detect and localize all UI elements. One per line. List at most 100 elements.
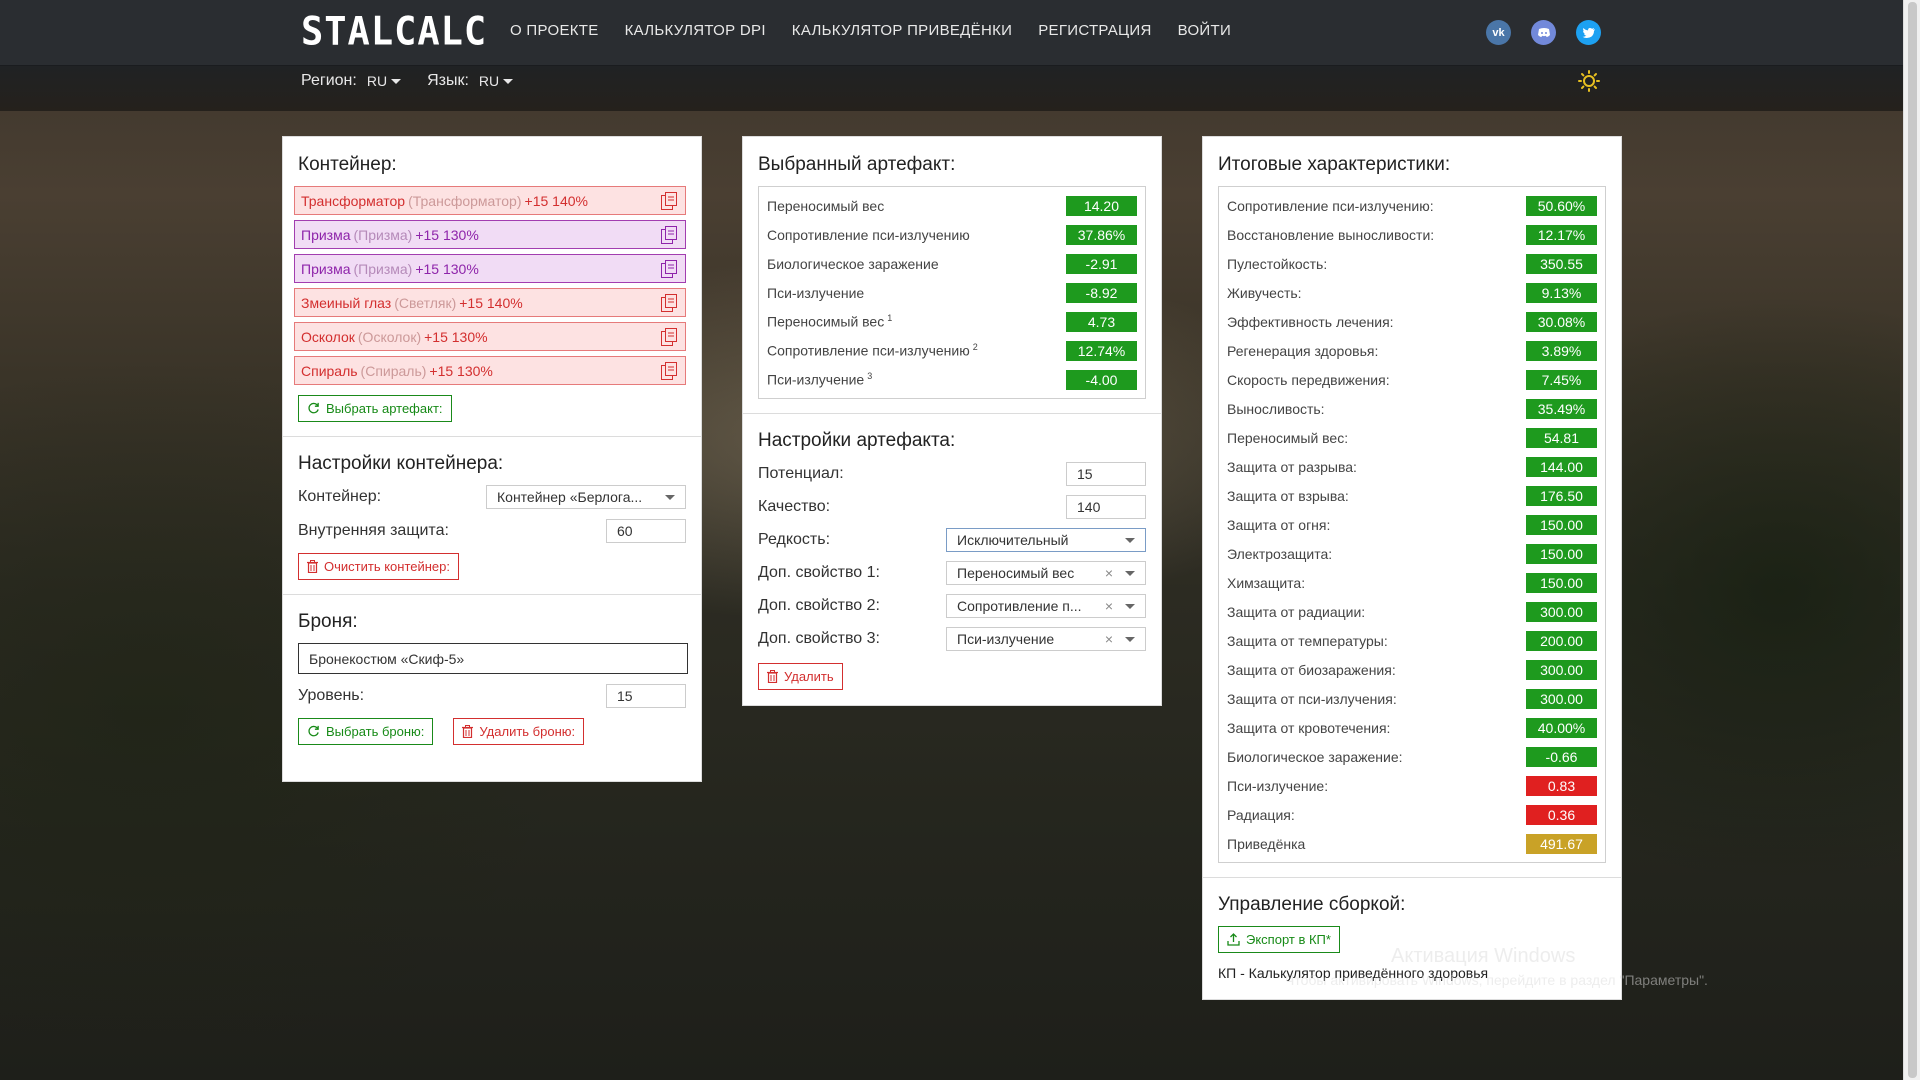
armor-name-input[interactable]: Бронекостюм «Скиф-5» [298, 643, 688, 674]
artifact-slot[interactable]: Осколок (Осколок) +15 130% [294, 322, 686, 351]
stat-value: 54.81 [1526, 427, 1597, 448]
windows-activation-text: Чтобы активировать Windows, перейдите в … [1285, 972, 1708, 988]
clear-container-button[interactable]: Очистить контейнер: [298, 553, 459, 580]
twitter-icon[interactable] [1576, 20, 1601, 45]
copy-icon[interactable] [661, 362, 677, 380]
artifact-list: Трансформатор (Трансформатор) +15 140% Приз… [294, 186, 686, 385]
stat-label: Сопротивление пси-излучению [767, 226, 970, 243]
artifact-name: Осколок [301, 328, 355, 345]
artifact-level: +15 130% [429, 362, 493, 379]
settings-bar: Регион: RU Язык: RU [0, 66, 1903, 111]
stat-row: Сопротивление пси-излучению 2 12.74% [767, 336, 1137, 365]
stat-value: 350.55 [1526, 253, 1597, 274]
clear-icon[interactable]: × [1105, 598, 1113, 614]
stat-row: Сопротивление пси-излучению 37.86% [767, 220, 1137, 249]
nav-link-register[interactable]: РЕГИСТРАЦИЯ [1038, 22, 1151, 39]
stat-label: Сопротивление пси-излучению [767, 342, 970, 359]
chevron-down-icon [665, 494, 675, 500]
delete-artifact-button[interactable]: Удалить [758, 663, 843, 690]
armor-level-label: Уровень: [298, 687, 365, 704]
copy-icon[interactable] [661, 294, 677, 312]
rarity-select[interactable]: Исключительный [946, 528, 1146, 552]
extra-property-1-select[interactable]: Переносимый вес × [946, 561, 1146, 585]
copy-icon[interactable] [661, 226, 677, 244]
artifact-slot[interactable]: Спираль (Спираль) +15 130% [294, 356, 686, 385]
totals-stats-table: Сопротивление пси-излучению: 50.60% Восста… [1218, 186, 1606, 863]
clear-icon[interactable]: × [1105, 631, 1113, 647]
container-card: Контейнер: Трансформатор (Трансформатор) +… [282, 136, 702, 782]
quality-input[interactable]: 140 [1066, 495, 1146, 519]
artifact-slot[interactable]: Трансформатор (Трансформатор) +15 140% [294, 186, 686, 215]
extra-property-3-select[interactable]: Пси-излучение × [946, 627, 1146, 651]
container-type-label: Контейнер: [298, 488, 382, 505]
artifact-slot[interactable]: Призма (Призма) +15 130% [294, 220, 686, 249]
stat-row: Пси-излучение -8.92 [767, 278, 1137, 307]
container-title: Контейнер: [298, 154, 397, 175]
artifact-name: Змеиный глаз [301, 294, 392, 311]
stat-value: -8.92 [1066, 282, 1137, 303]
delete-armor-button[interactable]: Удалить броню: [453, 718, 585, 745]
internal-protection-input[interactable]: 60 [606, 519, 686, 543]
language-label: Язык: [427, 72, 469, 89]
armor-level-input[interactable]: 15 [606, 684, 686, 708]
stat-label: Биологическое заражение [767, 255, 939, 272]
artifact-slot[interactable]: Призма (Призма) +15 130% [294, 254, 686, 283]
selected-artifact-title: Выбранный артефакт: [758, 154, 956, 175]
theme-toggle-sun-icon[interactable] [1578, 70, 1600, 92]
stat-value: 150.00 [1526, 572, 1597, 593]
clear-container-label: Очистить контейнер: [324, 559, 450, 574]
stat-row: Приведёнка 491.67 [1227, 829, 1597, 858]
copy-icon[interactable] [661, 328, 677, 346]
stat-row: Переносимый вес 1 4.73 [767, 307, 1137, 336]
potential-input[interactable]: 15 [1066, 462, 1146, 486]
chevron-down-icon [1125, 603, 1135, 609]
region-select[interactable]: RU [366, 73, 402, 89]
build-title: Управление сборкой: [1218, 894, 1406, 915]
page-scrollbar[interactable] [1903, 0, 1920, 1080]
stat-row: Пси-излучение 3 -4.00 [767, 365, 1137, 394]
discord-icon[interactable] [1531, 20, 1556, 45]
language-select[interactable]: RU [479, 73, 514, 89]
artifact-level: +15 130% [424, 328, 488, 345]
container-type-select[interactable]: Контейнер «Берлога... [486, 485, 686, 509]
scrollbar-thumb[interactable] [1908, 2, 1917, 1078]
stat-label: Переносимый вес [767, 313, 885, 330]
stat-row: Выносливость: 35.49% [1227, 394, 1597, 423]
nav-link-dpi-calculator[interactable]: КАЛЬКУЛЯТОР DPI [625, 22, 766, 39]
chevron-down-icon [391, 78, 402, 84]
stat-value: 9.13% [1526, 282, 1597, 303]
stat-value: -0.66 [1526, 746, 1597, 767]
select-armor-button[interactable]: Выбрать броню: [298, 718, 434, 745]
stat-label: Химзащита: [1227, 574, 1306, 591]
stat-value: 150.00 [1526, 514, 1597, 535]
clear-icon[interactable]: × [1105, 565, 1113, 581]
extra-property-2-select[interactable]: Сопротивление п... × [946, 594, 1146, 618]
stat-label: Радиация: [1227, 806, 1295, 823]
nav-link-effective-hp-calculator[interactable]: КАЛЬКУЛЯТОР ПРИВЕДЁНКИ [792, 22, 1012, 39]
copy-icon[interactable] [661, 260, 677, 278]
potential-label: Потенциал: [758, 465, 844, 482]
vk-icon[interactable]: vk [1486, 20, 1511, 45]
selected-artifact-card: Выбранный артефакт: Переносимый вес 14.20… [742, 136, 1162, 706]
copy-icon[interactable] [661, 192, 677, 210]
stat-label: Сопротивление пси-излучению: [1227, 197, 1434, 214]
stat-label: Защита от температуры: [1227, 632, 1388, 649]
delete-armor-label: Удалить броню: [479, 724, 576, 739]
artifact-original-name: (Призма) [353, 260, 413, 277]
site-logo[interactable]: STALCALC [301, 9, 487, 54]
select-artifact-button[interactable]: Выбрать артефакт: [298, 395, 452, 422]
nav-link-login[interactable]: ВОЙТИ [1178, 22, 1231, 39]
stat-value: 12.17% [1526, 224, 1597, 245]
artifact-slot[interactable]: Змеиный глаз (Светляк) +15 140% [294, 288, 686, 317]
stat-value: -4.00 [1066, 369, 1137, 390]
upload-icon [1227, 933, 1240, 946]
stat-value: 300.00 [1526, 688, 1597, 709]
stat-label: Защита от биозаражения: [1227, 661, 1396, 678]
region-value: RU [366, 73, 388, 89]
nav-menu: О ПРОЕКТЕ КАЛЬКУЛЯТОР DPI КАЛЬКУЛЯТОР ПР… [510, 22, 1231, 39]
export-button[interactable]: Экспорт в КП* [1218, 926, 1340, 953]
nav-link-about[interactable]: О ПРОЕКТЕ [510, 22, 599, 39]
artifact-name: Призма [301, 260, 351, 277]
stat-label: Пулестойкость: [1227, 255, 1328, 272]
stat-label: Пси-излучение: [1227, 777, 1329, 794]
